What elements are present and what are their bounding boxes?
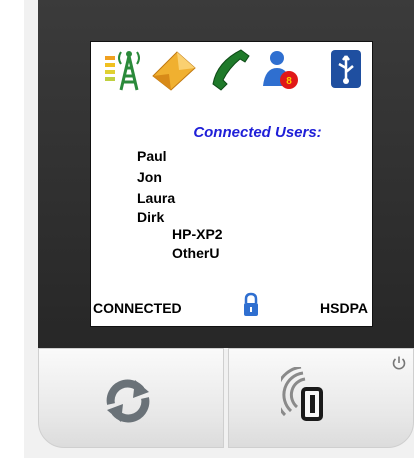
usb-icon: [323, 46, 369, 92]
power-icon[interactable]: [391, 355, 407, 371]
list-item: OtherU: [172, 245, 220, 261]
refresh-button[interactable]: [38, 348, 224, 448]
list-item: HP-XP2: [172, 226, 223, 242]
list-item: Dirk: [137, 209, 165, 225]
status-bar: CONNECTED HSDPA: [91, 292, 372, 322]
svg-text:8: 8: [286, 76, 292, 87]
envelope-icon: [151, 46, 197, 92]
wps-button[interactable]: [228, 348, 414, 448]
hardware-buttons: [38, 348, 414, 458]
list-item: Paul: [137, 148, 167, 164]
router-device: 8 Connected Users: Paul Jon Laura Dirk H…: [24, 0, 414, 458]
phone-handset-icon: [207, 46, 253, 92]
lock-icon: [242, 292, 260, 318]
refresh-icon: [106, 379, 150, 423]
connection-status: CONNECTED: [93, 300, 182, 316]
wps-icon: [281, 367, 323, 421]
list-item: Jon: [137, 169, 162, 185]
status-icon-bar: 8: [91, 42, 372, 102]
users-icon: 8: [261, 46, 307, 92]
network-type: HSDPA: [320, 300, 368, 316]
connected-users-list: Paul Jon Laura Dirk HP-XP2 OtherU: [137, 146, 223, 263]
list-item: Laura: [137, 190, 176, 206]
display-screen: 8 Connected Users: Paul Jon Laura Dirk H…: [90, 41, 373, 327]
signal-tower-icon: [101, 46, 147, 92]
connected-users-title: Connected Users:: [193, 124, 322, 141]
